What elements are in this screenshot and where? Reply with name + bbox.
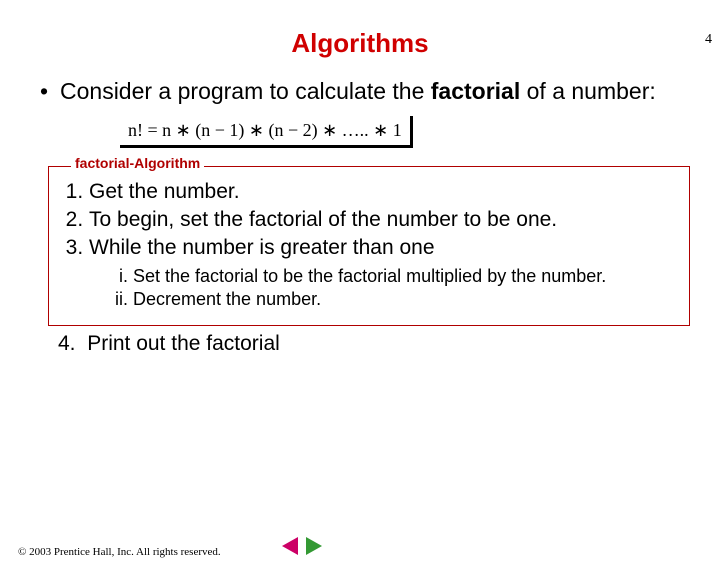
formula-text: n! = n ∗ (n − 1) ∗ (n − 2) ∗ ….. ∗ 1 (120, 116, 413, 148)
step-4-num: 4. (58, 332, 76, 355)
step-4-row: 4. Print out the factorial (48, 332, 690, 356)
step-2: To begin, set the factorial of the numbe… (89, 207, 675, 233)
sub-steps: Set the factorial to be the factorial mu… (89, 266, 675, 311)
intro-text: •Consider a program to calculate the fac… (40, 77, 680, 106)
intro-after: of a number: (520, 78, 656, 104)
step-3-text: While the number is greater than one (89, 236, 435, 259)
slide-title: Algorithms (0, 28, 720, 59)
step-4-text: Print out the factorial (87, 332, 280, 355)
bullet-icon: • (40, 77, 60, 106)
step-1: Get the number. (89, 179, 675, 205)
nav-controls (280, 537, 324, 560)
intro-before: Consider a program to calculate the (60, 78, 431, 104)
step-3ii: Decrement the number. (133, 289, 675, 311)
intro-bold: factorial (431, 78, 520, 104)
step-3i: Set the factorial to be the factorial mu… (133, 266, 675, 288)
algorithm-steps: Get the number. To begin, set the factor… (59, 179, 675, 311)
formula-container: n! = n ∗ (n − 1) ∗ (n − 2) ∗ ….. ∗ 1 (120, 116, 720, 148)
copyright-footer: © 2003 Prentice Hall, Inc. All rights re… (18, 546, 221, 558)
algorithm-label: factorial-Algorithm (71, 155, 204, 171)
step-3: While the number is greater than one Set… (89, 235, 675, 310)
algorithm-box: factorial-Algorithm Get the number. To b… (48, 166, 690, 326)
page-number: 4 (705, 32, 712, 48)
